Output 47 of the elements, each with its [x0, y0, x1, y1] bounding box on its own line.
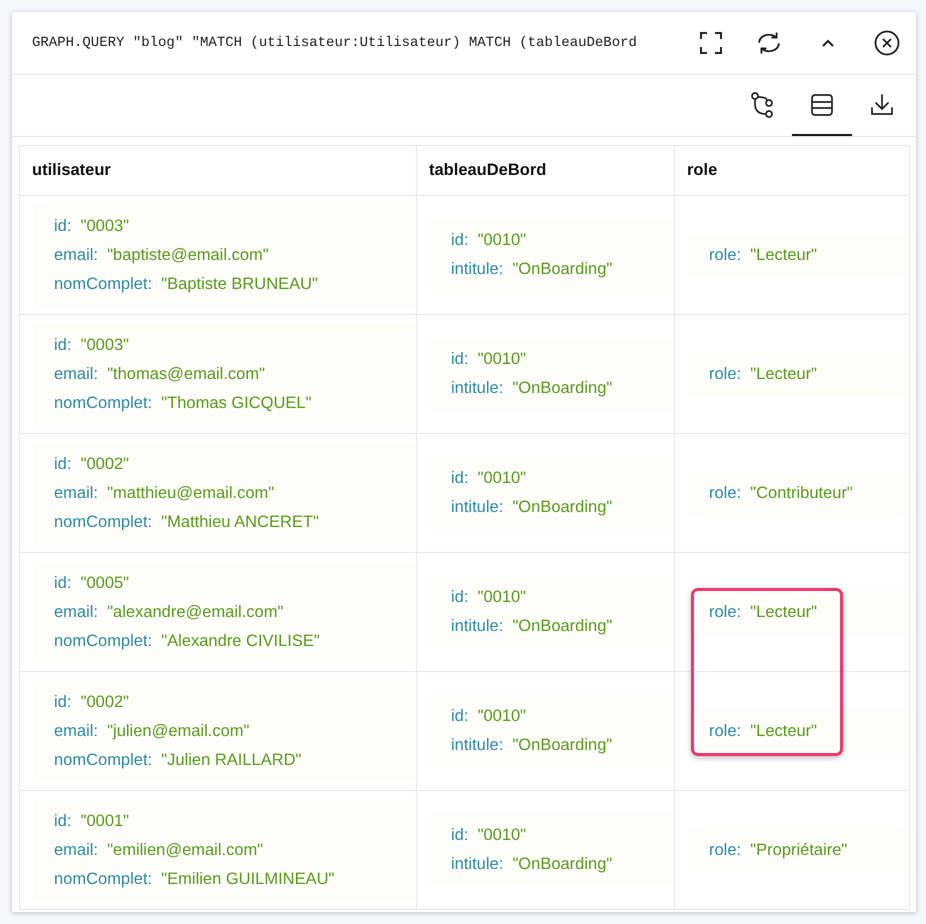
graph-nodes-icon — [750, 92, 774, 118]
property-line: email: "julien@email.com" — [54, 720, 250, 742]
property-line: role: "Lecteur" — [709, 364, 818, 384]
property-line: nomComplet: "Alexandre CIVILISE" — [54, 630, 321, 652]
property-line: email: "baptiste@email.com" — [54, 244, 270, 266]
property-line: role: "Contributeur" — [709, 482, 854, 504]
property-line: intitule: "OnBoarding" — [451, 259, 614, 280]
property-line: role: "Propriétaire" — [709, 840, 848, 860]
property-line: id: "0010" — [451, 587, 528, 608]
query-text: GRAPH.QUERY "blog" "MATCH (utilisateur:Utilisateur) MATCH (tableauDeBord — [32, 35, 638, 51]
property-line: intitule: "OnBoarding" — [451, 497, 614, 518]
property-line: id: "0010" — [451, 468, 528, 489]
property-line: role: "Lecteur" — [709, 602, 818, 622]
table-icon — [811, 94, 833, 116]
property-line: intitule: "OnBoarding" — [451, 378, 614, 399]
column-header: tableauDeBord — [416, 146, 674, 196]
property-line: email: "alexandre@email.com" — [54, 602, 284, 622]
property-line: email: "thomas@email.com" — [54, 364, 266, 384]
property-line: id: "0005" — [54, 572, 130, 594]
property-line: id: "0003" — [54, 216, 130, 236]
column-header: role — [674, 146, 910, 196]
property-line: role: "Lecteur" — [709, 244, 818, 266]
property-line: id: "0010" — [451, 706, 528, 727]
property-line: id: "0001" — [54, 810, 130, 832]
property-line: intitule: "OnBoarding" — [451, 616, 614, 637]
property-line: intitule: "OnBoarding" — [451, 854, 614, 875]
property-line: nomComplet: "Thomas GICQUEL" — [54, 392, 312, 414]
property-line: id: "0002" — [54, 454, 130, 474]
refresh-icon[interactable] — [756, 30, 782, 56]
property-line: id: "0010" — [451, 230, 528, 251]
close-icon[interactable] — [874, 30, 900, 56]
caret-up-icon[interactable] — [820, 38, 835, 48]
fullscreen-icon[interactable] — [698, 31, 723, 55]
property-line: nomComplet: "Julien RAILLARD" — [54, 750, 302, 770]
property-line: intitule: "OnBoarding" — [451, 735, 614, 756]
property-line: role: "Lecteur" — [709, 720, 818, 742]
property-line: nomComplet: "Matthieu ANCERET" — [54, 512, 320, 532]
property-line: id: "0010" — [451, 349, 528, 370]
download-icon[interactable] — [870, 92, 894, 116]
property-line: email: "emilien@email.com" — [54, 840, 264, 860]
property-line: id: "0002" — [54, 692, 130, 712]
property-line: email: "matthieu@email.com" — [54, 482, 276, 504]
property-line: id: "0010" — [451, 825, 528, 846]
column-header: utilisateur — [20, 146, 416, 196]
property-line: nomComplet: "Baptiste BRUNEAU" — [54, 274, 319, 294]
property-line: id: "0003" — [54, 334, 130, 356]
property-line: nomComplet: "Emilien GUILMINEAU" — [54, 868, 336, 890]
